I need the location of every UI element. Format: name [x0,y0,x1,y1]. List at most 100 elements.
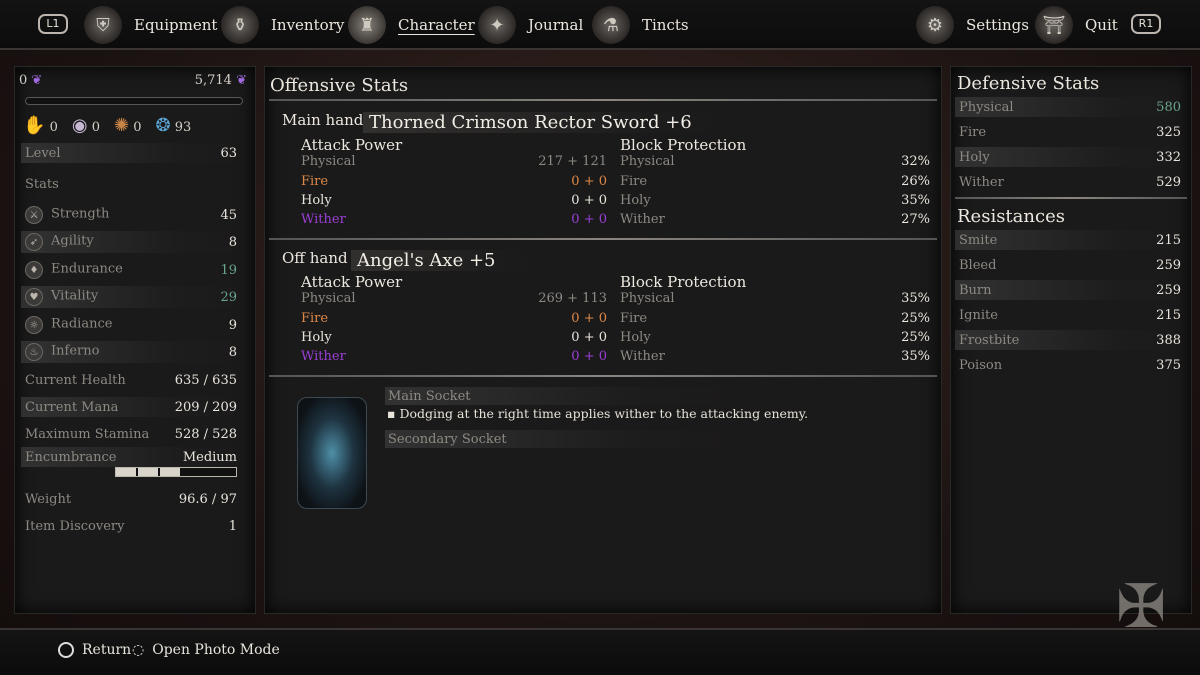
rock-icon: ✺ [113,115,130,136]
block-row: Fire 25% [620,311,930,326]
flask-icon: ⚗ [592,6,630,44]
circle-button-icon [58,642,74,658]
attack-name: Physical [301,291,356,306]
stat-vitality[interactable]: ♥ Vitality 29 [21,286,241,308]
block-value: 35% [901,349,930,364]
main-socket-label: Main Socket [388,388,471,404]
tab-journal[interactable]: ✦ Journal [478,3,583,47]
stat-agility[interactable]: ➶ Agility 8 [21,231,241,253]
stat-name: Vitality [51,288,99,304]
defense-name: Physical [959,99,1014,115]
block-name: Physical [620,291,675,306]
block-value: 25% [901,311,930,326]
secondary-socket-row: Secondary Socket [385,430,735,448]
resistance-row: Frostbite 388 [955,330,1185,350]
quit-button[interactable]: ⛩ Quit [1035,3,1118,47]
stat-radiance[interactable]: ☼ Radiance 9 [21,314,241,336]
tinct-relic-icon[interactable] [297,397,367,509]
vital-name: Current Health [25,372,126,388]
attack-row: Physical 269 + 113 [301,291,607,306]
character-panel: 0 ❦ 5,714 ❦ ✋ 0 ◉ 0 ✺ 0 ❂ 93 Level 63 St… [14,66,256,614]
defense-value: 529 [1156,174,1181,190]
satchel-icon: ⚱ [221,6,259,44]
l1-button[interactable]: L1 [38,14,68,34]
tab-inventory[interactable]: ⚱ Inventory [221,3,344,47]
stat-value: 9 [228,317,237,333]
tab-equipment[interactable]: ⛨ Equipment [84,3,217,47]
resistance-row: Poison 375 [955,355,1185,375]
block-value: 27% [901,212,930,227]
attack-row: Fire 0 + 0 [301,174,607,189]
attack-value: 269 + 113 [538,291,607,306]
tab-tincts[interactable]: ⚗ Tincts [592,3,689,47]
block-row: Wither 35% [620,349,930,364]
defense-value: 580 [1156,99,1181,115]
attack-value: 0 + 0 [571,193,607,208]
block-name: Wither [620,349,665,364]
block-value: 26% [901,174,930,189]
consumable-rock: ✺ 0 [114,115,142,136]
defense-name: Holy [959,149,990,165]
defense-name: Fire [959,124,987,140]
off-hand-label: Off hand [282,249,348,267]
weight-label: Weight [25,491,72,507]
block-row: Wither 27% [620,212,930,227]
block-row: Holy 25% [620,330,930,345]
stats-heading: Stats [25,177,59,192]
settings-button[interactable]: ⚙ Settings [916,3,1029,47]
main-hand-weapon[interactable]: Thorned Crimson Rector Sword +6 [363,112,732,133]
block-name: Holy [620,330,651,345]
vital-value: 528 / 528 [174,426,237,442]
tab-label: Tincts [642,16,689,34]
block-row: Physical 35% [620,291,930,306]
attack-value: 0 + 0 [571,330,607,345]
divider [955,197,1187,199]
attack-row: Wither 0 + 0 [301,349,607,364]
currency-row: 0 ❦ 5,714 ❦ [19,73,247,88]
block-protection-heading: Block Protection [620,136,747,154]
tab-label: Journal [528,16,584,34]
stat-name: Agility [51,233,94,249]
main-socket-effect-row: ▪ Dodging at the right time applies with… [387,406,847,421]
currency-left: 0 ❦ [19,73,42,88]
hand-icon: ✋ [23,115,46,136]
orb-icon: ◉ [71,115,88,136]
block-name: Fire [620,174,648,189]
attack-row: Holy 0 + 0 [301,193,607,208]
tab-label: Character [398,16,475,34]
resistance-value: 375 [1156,357,1181,373]
attack-name: Wither [301,212,346,227]
return-hint[interactable]: Return [58,642,131,658]
resistance-name: Frostbite [959,332,1020,348]
defensive-panel: Defensive Stats Physical 580 Fire 325 Holy… [950,66,1192,642]
stat-endurance[interactable]: ♦ Endurance 19 [21,259,241,281]
stats-heading-label: Stats [25,177,59,192]
door-icon: ⛩ [1035,6,1073,44]
r1-button[interactable]: R1 [1131,14,1161,34]
divider [269,99,937,101]
stat-value: 19 [220,262,237,278]
offensive-title: Offensive Stats [270,75,409,96]
stat-value: 45 [220,207,237,223]
level-label: Level [25,145,61,161]
secondary-socket-label: Secondary Socket [388,431,507,447]
photo-mode-hint[interactable]: ◌ Open Photo Mode [132,642,280,658]
soul-progress-bar [25,97,243,105]
tab-label: Equipment [134,16,218,34]
attack-value: 217 + 121 [538,154,607,169]
stat-strength[interactable]: ⚔ Strength 45 [21,204,241,226]
stat-inferno[interactable]: ♨ Inferno 8 [21,341,241,363]
block-name: Holy [620,193,651,208]
consumable-crystal: ❂ 93 [156,115,192,136]
resistance-name: Burn [959,282,992,298]
attack-row: Wither 0 + 0 [301,212,607,227]
vital-mana: Current Mana 209 / 209 [21,397,241,417]
encumbrance-fill [116,468,182,476]
attack-value: 0 + 0 [571,349,607,364]
stat-name: Strength [51,206,110,222]
tab-character[interactable]: ♜ Character [348,3,475,47]
resistance-value: 388 [1156,332,1181,348]
vital-value: 209 / 209 [174,399,237,415]
encumbrance-row: Encumbrance Medium [21,447,241,467]
off-hand-weapon[interactable]: Angel's Axe +5 [351,250,536,271]
